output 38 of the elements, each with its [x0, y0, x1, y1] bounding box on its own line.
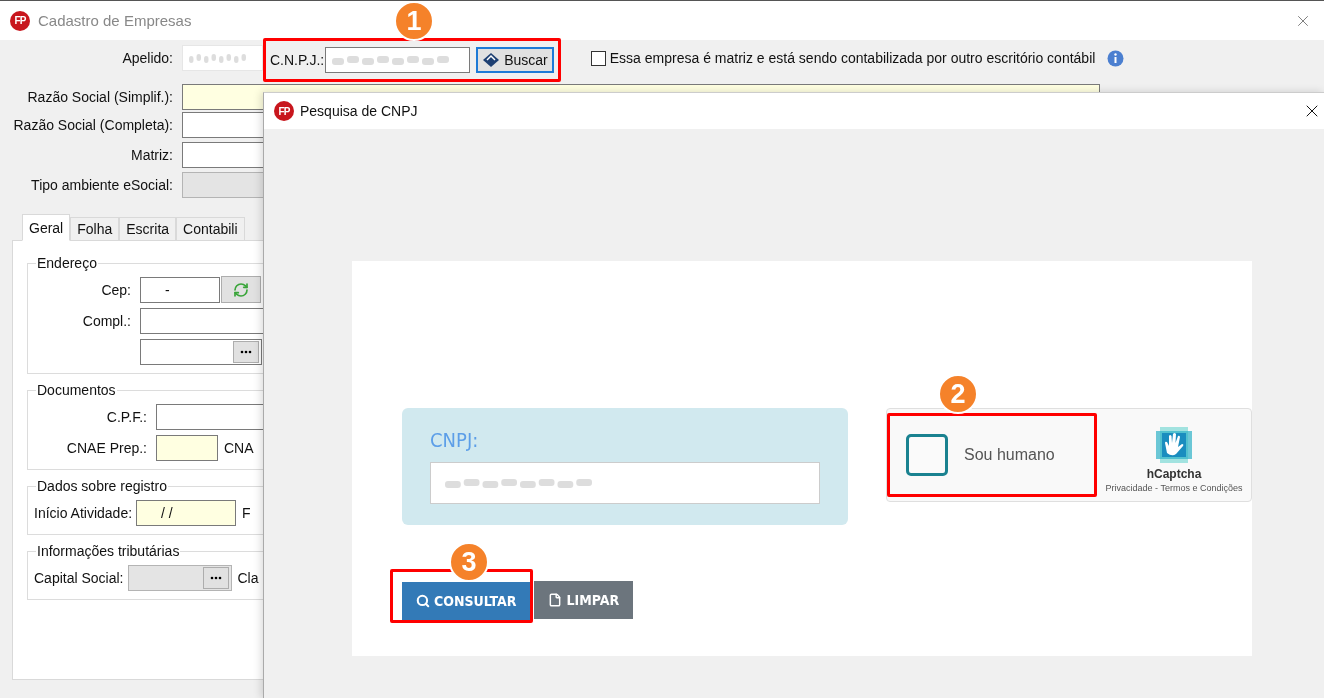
clear-button[interactable]: LIMPAR: [534, 580, 634, 619]
field-label: CNPJ:: [430, 428, 480, 452]
field-label: Matriz:: [131, 147, 174, 163]
field-label: Capital Social:: [34, 569, 125, 586]
field-label: F: [242, 504, 251, 521]
checkbox-label: Essa empresa é matriz e está sendo contabilizada por outro escritório contábil: [609, 50, 1096, 66]
group-title: Dados sobre registro: [36, 477, 168, 495]
text-field[interactable]: -: [140, 276, 220, 303]
search-button[interactable]: CONSULTAR: [402, 582, 531, 620]
brand-name: hCaptcha: [1146, 467, 1202, 481]
field-label: Razão Social (Completa):: [13, 117, 174, 133]
app-logo: FP: [274, 101, 294, 121]
field-label: Tipo ambiente eSocial:: [31, 177, 174, 193]
search-button[interactable]: Buscar: [476, 47, 554, 73]
number-badge: 2: [938, 374, 978, 414]
group-title: Informações tributárias: [36, 542, 181, 560]
captcha-label: Sou humano: [964, 446, 1055, 464]
text-field[interactable]: / /: [136, 499, 237, 526]
tab[interactable]: Geral: [22, 214, 71, 241]
field-label: Cla: [237, 569, 259, 586]
group-title: Endereço: [36, 254, 98, 272]
footer-links[interactable]: Privacidade - Termos e Condições: [1105, 483, 1243, 493]
field-label: Apelido:: [122, 50, 174, 66]
tab[interactable]: Contabili: [176, 217, 245, 241]
field-label: C.N.P.J.:: [270, 52, 326, 68]
app-logo: FP: [10, 10, 30, 31]
tab[interactable]: Escrita: [119, 217, 177, 241]
field-label: Razão Social (Simplif.):: [27, 89, 174, 105]
field-label: CNA: [224, 439, 254, 456]
field-label: Compl.:: [82, 312, 131, 329]
window-title: Cadastro de Empresas: [38, 12, 192, 29]
field-label: Cep:: [101, 281, 131, 298]
tab[interactable]: Folha: [70, 217, 120, 241]
field-label: C.P.F.:: [106, 408, 147, 425]
dialog-title: Pesquisa de CNPJ: [300, 103, 418, 119]
field-label: CNAE Prep.:: [66, 439, 147, 456]
field-label: Início Atividade:: [34, 504, 134, 521]
number-badge: 3: [449, 542, 489, 582]
